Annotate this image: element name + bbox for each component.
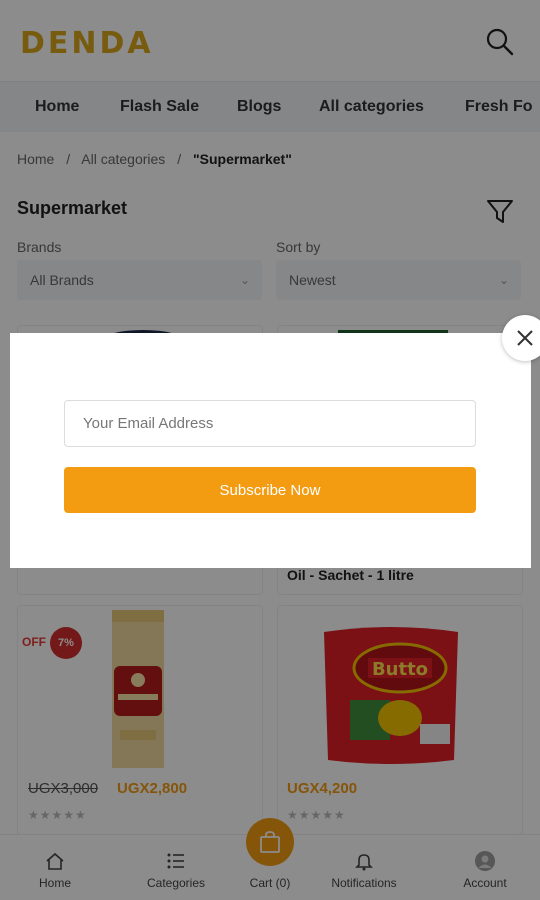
email-field[interactable] [64, 400, 476, 447]
close-icon[interactable] [502, 315, 540, 361]
subscribe-button[interactable]: Subscribe Now [64, 467, 476, 513]
subscribe-modal: Subscribe Now [10, 333, 531, 568]
